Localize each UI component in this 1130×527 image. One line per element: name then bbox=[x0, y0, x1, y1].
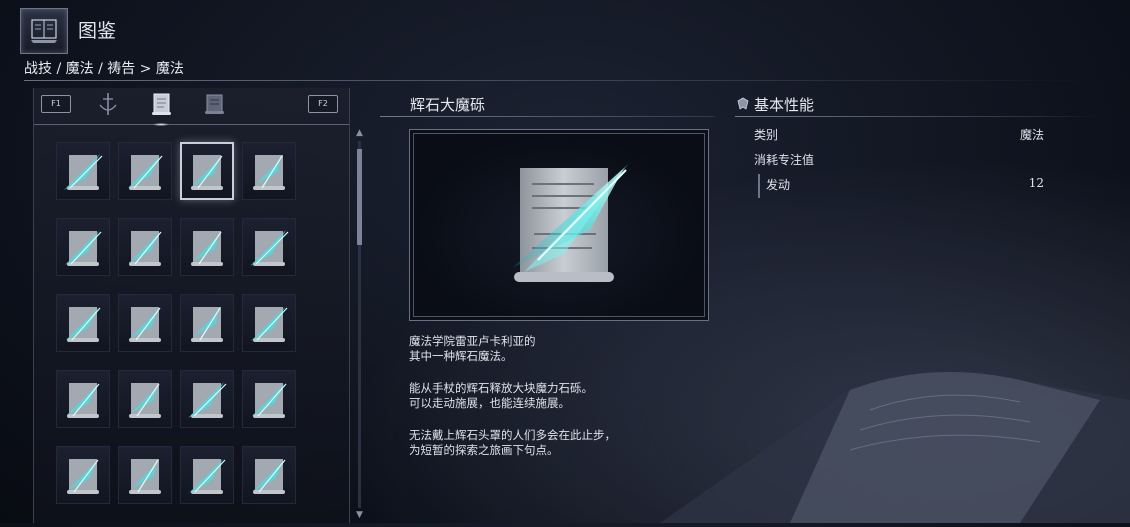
scrollbar-thumb[interactable] bbox=[357, 149, 362, 245]
stat-value: 12 bbox=[1028, 176, 1044, 190]
spell-slot[interactable] bbox=[118, 446, 172, 504]
spell-slot[interactable] bbox=[242, 218, 296, 276]
spell-scroll-icon bbox=[252, 383, 287, 418]
spell-scroll-icon bbox=[191, 155, 223, 190]
scrollbar[interactable]: ▲ ▼ bbox=[356, 129, 363, 520]
great-glintstone-shard-scroll-icon bbox=[512, 164, 628, 282]
stats-title: 基本性能 bbox=[754, 96, 815, 114]
spell-scroll-icon bbox=[129, 383, 161, 418]
stat-row-cast: 发动 12 bbox=[766, 176, 1044, 193]
spell-slot[interactable] bbox=[180, 294, 234, 352]
spell-scroll-icon bbox=[188, 382, 227, 418]
spell-slot[interactable] bbox=[56, 218, 110, 276]
spell-slot[interactable] bbox=[56, 446, 110, 504]
page-title: 图鉴 bbox=[78, 20, 117, 42]
incantations-tab-icon[interactable] bbox=[200, 90, 228, 118]
skills-tab-icon[interactable] bbox=[94, 90, 122, 118]
stats-emblem-icon bbox=[736, 96, 750, 115]
stat-label: 消耗专注值 bbox=[754, 153, 815, 167]
next-tab-key[interactable]: F2 bbox=[308, 95, 338, 113]
item-name-divider bbox=[380, 116, 715, 117]
spell-slot[interactable] bbox=[242, 446, 296, 504]
spell-scroll-icon bbox=[189, 459, 226, 494]
spell-scroll-icon bbox=[191, 307, 223, 342]
scroll-up-icon[interactable]: ▲ bbox=[355, 129, 364, 138]
header-divider bbox=[24, 80, 1104, 81]
spell-list-panel: F1 F2 ▲ ▼ bbox=[33, 88, 363, 523]
spell-scroll-icon bbox=[129, 231, 162, 266]
sorceries-tab-icon[interactable] bbox=[147, 90, 175, 126]
spell-scroll-icon bbox=[65, 231, 102, 266]
spell-scroll-icon bbox=[128, 155, 163, 190]
prev-tab-key[interactable]: F1 bbox=[41, 95, 71, 113]
spell-slot[interactable] bbox=[242, 142, 296, 200]
spell-scroll-icon bbox=[66, 307, 101, 342]
spell-slot[interactable] bbox=[180, 370, 234, 428]
spell-scroll-icon bbox=[191, 231, 223, 266]
spell-slot[interactable] bbox=[118, 142, 172, 200]
stat-label: 发动 bbox=[766, 178, 791, 192]
spell-slot[interactable] bbox=[180, 446, 234, 504]
item-preview-frame bbox=[409, 129, 709, 321]
sub-stat-indicator bbox=[758, 174, 760, 198]
stats-divider bbox=[735, 116, 1100, 117]
spell-scroll-icon bbox=[251, 307, 288, 342]
spell-scroll-icon bbox=[64, 154, 103, 190]
spell-slot[interactable] bbox=[118, 294, 172, 352]
decorative-book-image bbox=[600, 330, 1130, 527]
spell-slot[interactable] bbox=[180, 142, 234, 200]
spell-scroll-icon bbox=[129, 307, 161, 342]
breadcrumb: 战技 / 魔法 / 祷告 > 魔法 bbox=[24, 61, 184, 77]
scroll-down-icon[interactable]: ▼ bbox=[355, 511, 364, 520]
spell-slot[interactable] bbox=[242, 370, 296, 428]
spell-scroll-icon bbox=[253, 155, 285, 190]
spell-slot[interactable] bbox=[180, 218, 234, 276]
stat-row-fp-cost: 消耗专注值 bbox=[754, 151, 1044, 168]
spell-slot[interactable] bbox=[56, 142, 110, 200]
spell-scroll-icon bbox=[250, 230, 289, 266]
spell-scroll-icon bbox=[129, 459, 161, 494]
spell-slot[interactable] bbox=[56, 370, 110, 428]
stat-label: 类别 bbox=[754, 128, 779, 142]
spell-scroll-icon bbox=[67, 459, 99, 494]
spell-slot[interactable] bbox=[56, 294, 110, 352]
spell-scroll-icon bbox=[253, 459, 286, 494]
spell-slot[interactable] bbox=[118, 370, 172, 428]
spell-slot[interactable] bbox=[242, 294, 296, 352]
stat-value: 魔法 bbox=[1019, 128, 1044, 142]
category-tabs: F1 F2 bbox=[34, 88, 349, 126]
stat-row-category: 类别 魔法 bbox=[754, 126, 1044, 143]
spell-slot[interactable] bbox=[118, 218, 172, 276]
compendium-book-icon bbox=[20, 8, 68, 54]
item-name: 辉石大魔砾 bbox=[410, 96, 486, 114]
spell-scroll-icon bbox=[67, 383, 100, 418]
